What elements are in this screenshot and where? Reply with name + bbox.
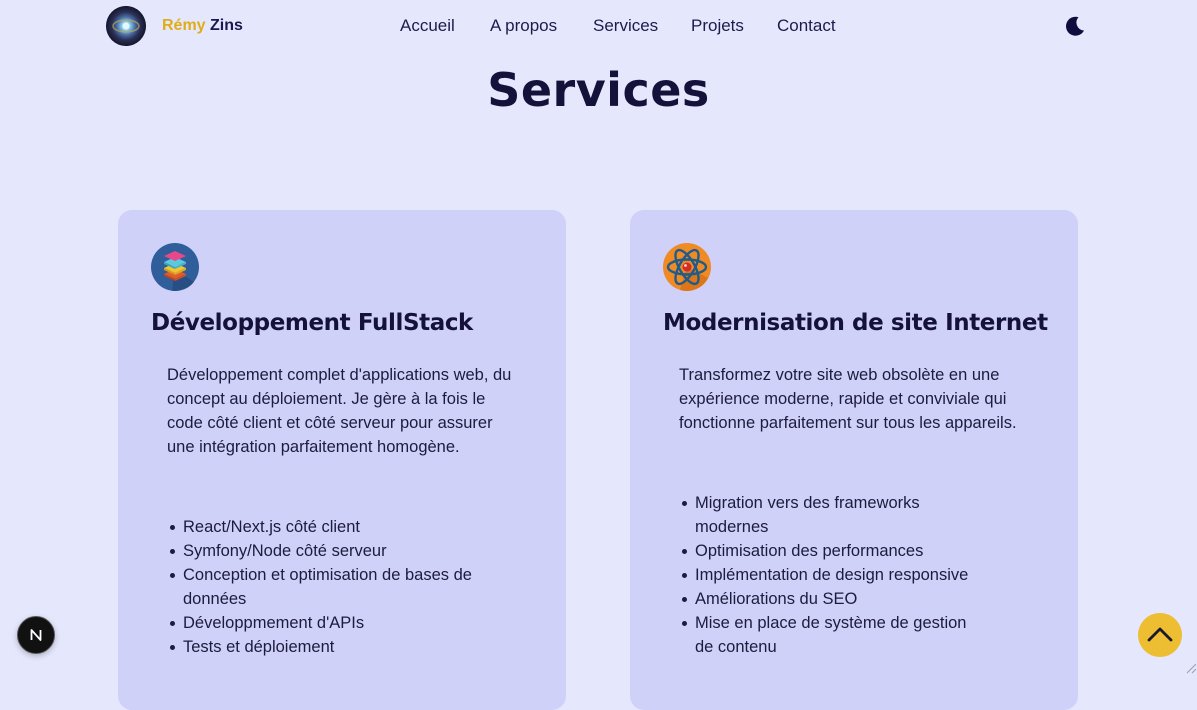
list-item: Symfony/Node côté serveur (167, 539, 487, 563)
brand-name[interactable]: Rémy Zins (162, 16, 243, 36)
nextjs-icon (30, 629, 42, 641)
nextjs-dev-badge[interactable] (17, 616, 55, 654)
moon-icon (1066, 16, 1084, 36)
nav-item-a-propos[interactable]: A propos (490, 16, 557, 36)
card-feature-list: Migration vers des frameworks modernes O… (679, 491, 999, 659)
brand-last-name: Zins (210, 17, 243, 34)
card-description: Développement complet d'applications web… (167, 366, 512, 456)
list-item: Optimisation des performances (679, 539, 999, 563)
list-item: Améliorations du SEO (679, 587, 999, 611)
site-header: Rémy Zins Accueil A propos Services Proj… (0, 0, 1197, 54)
list-item: Conception et optimisation de bases de d… (167, 563, 487, 611)
resize-handle-icon[interactable] (1184, 659, 1197, 674)
profile-avatar-icon (106, 6, 146, 46)
list-item: Migration vers des frameworks modernes (679, 491, 949, 539)
nav-item-accueil[interactable]: Accueil (400, 16, 455, 36)
atom-icon (662, 242, 712, 292)
scroll-to-top-button[interactable] (1138, 613, 1182, 657)
nav-item-projets[interactable]: Projets (691, 16, 744, 36)
card-title: Modernisation de site Internet (663, 310, 1048, 336)
brand-first-name: Rémy (162, 17, 206, 34)
card-feature-list: React/Next.js côté client Symfony/Node c… (167, 515, 487, 659)
chevron-up-icon (1147, 627, 1173, 642)
page-title: Services (487, 63, 710, 117)
list-item: React/Next.js côté client (167, 515, 487, 539)
card-description: Transformez votre site web obsolète en u… (679, 366, 1017, 432)
stack-layers-icon (150, 242, 200, 292)
service-card-modernisation: Modernisation de site Internet Transform… (630, 210, 1078, 710)
nav-item-services[interactable]: Services (593, 16, 658, 36)
avatar[interactable] (106, 6, 146, 46)
list-item: Tests et déploiement (167, 635, 487, 659)
card-title: Développement FullStack (151, 310, 473, 336)
list-item: Développmement d'APIs (167, 611, 487, 635)
list-item: Implémentation de design responsive (679, 563, 999, 587)
nav-item-contact[interactable]: Contact (777, 16, 836, 36)
service-card-fullstack: Développement FullStack Développement co… (118, 210, 566, 710)
list-item: Mise en place de système de gestion de c… (679, 611, 989, 659)
theme-toggle-button[interactable] (1063, 14, 1087, 38)
